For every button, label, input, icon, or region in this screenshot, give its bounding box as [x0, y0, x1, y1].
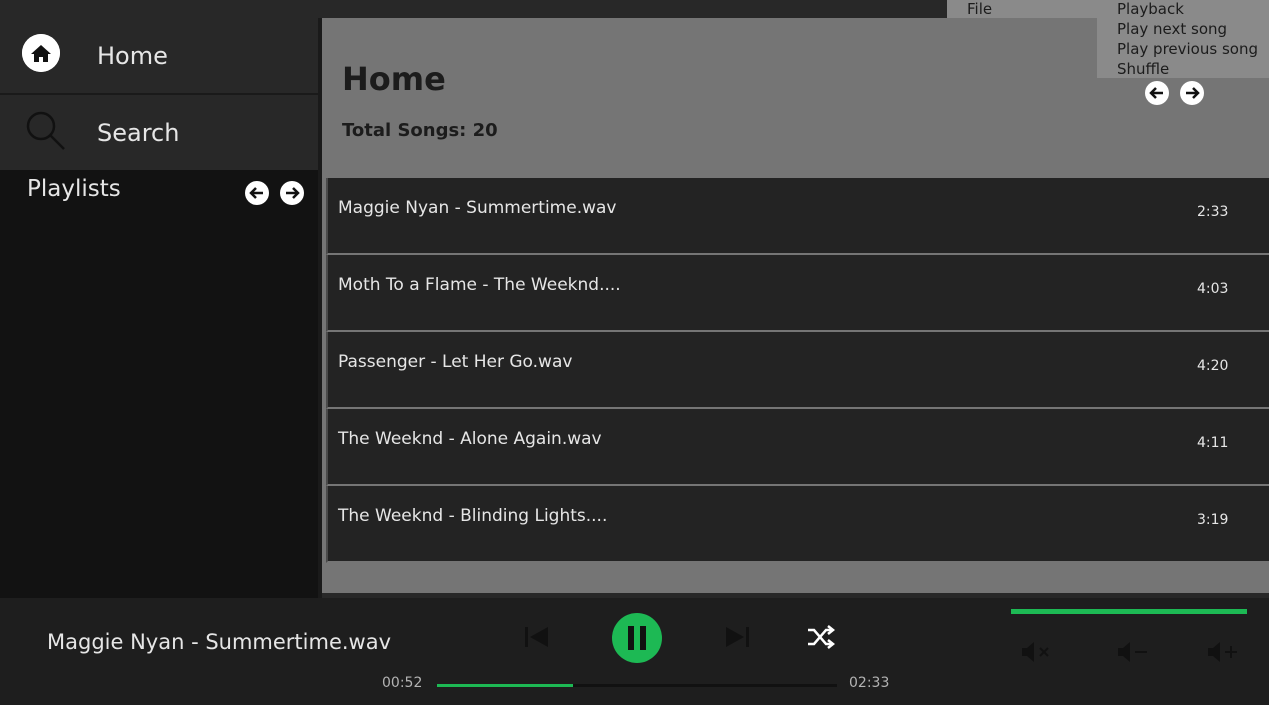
playlists-heading: Playlists	[27, 176, 121, 202]
mute-icon[interactable]	[1020, 640, 1052, 664]
song-title: The Weeknd - Alone Again.wav	[338, 429, 602, 449]
sidebar-top-strip	[0, 0, 318, 18]
volume-fill	[1011, 609, 1247, 614]
song-duration: 4:20	[1197, 358, 1229, 374]
song-row[interactable]: Moth To a Flame - The Weeknd.... 4:03	[326, 255, 1269, 332]
elapsed-time: 00:52	[382, 675, 423, 691]
sidebar-item-search[interactable]: Search	[0, 95, 318, 170]
menu-item-shuffle[interactable]: Shuffle	[1117, 60, 1169, 78]
menu-playback[interactable]: Playback	[1117, 0, 1184, 18]
song-list: Maggie Nyan - Summertime.wav 2:33 Moth T…	[326, 178, 1269, 563]
arrow-right-icon[interactable]	[280, 181, 304, 205]
song-duration: 3:19	[1197, 512, 1229, 528]
volume-up-icon[interactable]	[1206, 640, 1238, 664]
pause-button[interactable]	[612, 613, 662, 663]
song-row[interactable]: Passenger - Let Her Go.wav 4:20	[326, 332, 1269, 409]
progress-slider[interactable]	[437, 684, 837, 687]
song-title: Moth To a Flame - The Weeknd....	[338, 275, 621, 295]
main-panel: Home Total Songs: 20 Maggie Nyan - Summe…	[322, 18, 1269, 593]
sidebar-item-label: Home	[97, 41, 168, 70]
home-icon	[22, 34, 60, 72]
progress-fill	[437, 684, 573, 687]
song-duration: 2:33	[1197, 204, 1229, 220]
song-row[interactable]: Maggie Nyan - Summertime.wav 2:33	[326, 178, 1269, 255]
player-bar: Maggie Nyan - Summertime.wav 00:52 02:33	[0, 598, 1269, 705]
arrow-left-icon[interactable]	[1145, 81, 1169, 105]
song-duration: 4:11	[1197, 435, 1229, 451]
shuffle-icon[interactable]	[806, 623, 836, 655]
song-title: The Weeknd - Blinding Lights....	[338, 506, 608, 526]
previous-track-icon[interactable]	[523, 625, 551, 653]
total-time: 02:33	[849, 675, 890, 691]
now-playing-title: Maggie Nyan - Summertime.wav	[47, 630, 392, 654]
next-track-icon[interactable]	[723, 625, 751, 653]
menu-item-play-next[interactable]: Play next song	[1117, 20, 1227, 38]
song-duration: 4:03	[1197, 281, 1229, 297]
song-row[interactable]: The Weeknd - Blinding Lights.... 3:19	[326, 486, 1269, 563]
song-title: Passenger - Let Her Go.wav	[338, 352, 573, 372]
playback-menu: Playback Play next song Play previous so…	[1097, 0, 1269, 78]
volume-down-icon[interactable]	[1116, 640, 1148, 664]
sidebar-item-home[interactable]: Home	[0, 18, 318, 95]
arrow-left-icon[interactable]	[245, 181, 269, 205]
menu-item-play-previous[interactable]: Play previous song	[1117, 40, 1258, 58]
sidebar-item-label: Search	[97, 118, 180, 147]
page-title: Home	[342, 60, 446, 98]
pause-icon	[628, 626, 634, 650]
volume-slider[interactable]	[1011, 609, 1247, 614]
menu-file[interactable]: File	[967, 0, 992, 18]
arrow-right-icon[interactable]	[1180, 81, 1204, 105]
song-row[interactable]: The Weeknd - Alone Again.wav 4:11	[326, 409, 1269, 486]
pause-icon	[640, 626, 646, 650]
song-title: Maggie Nyan - Summertime.wav	[338, 198, 617, 218]
total-songs-count: Total Songs: 20	[342, 120, 498, 141]
search-icon	[24, 109, 66, 151]
